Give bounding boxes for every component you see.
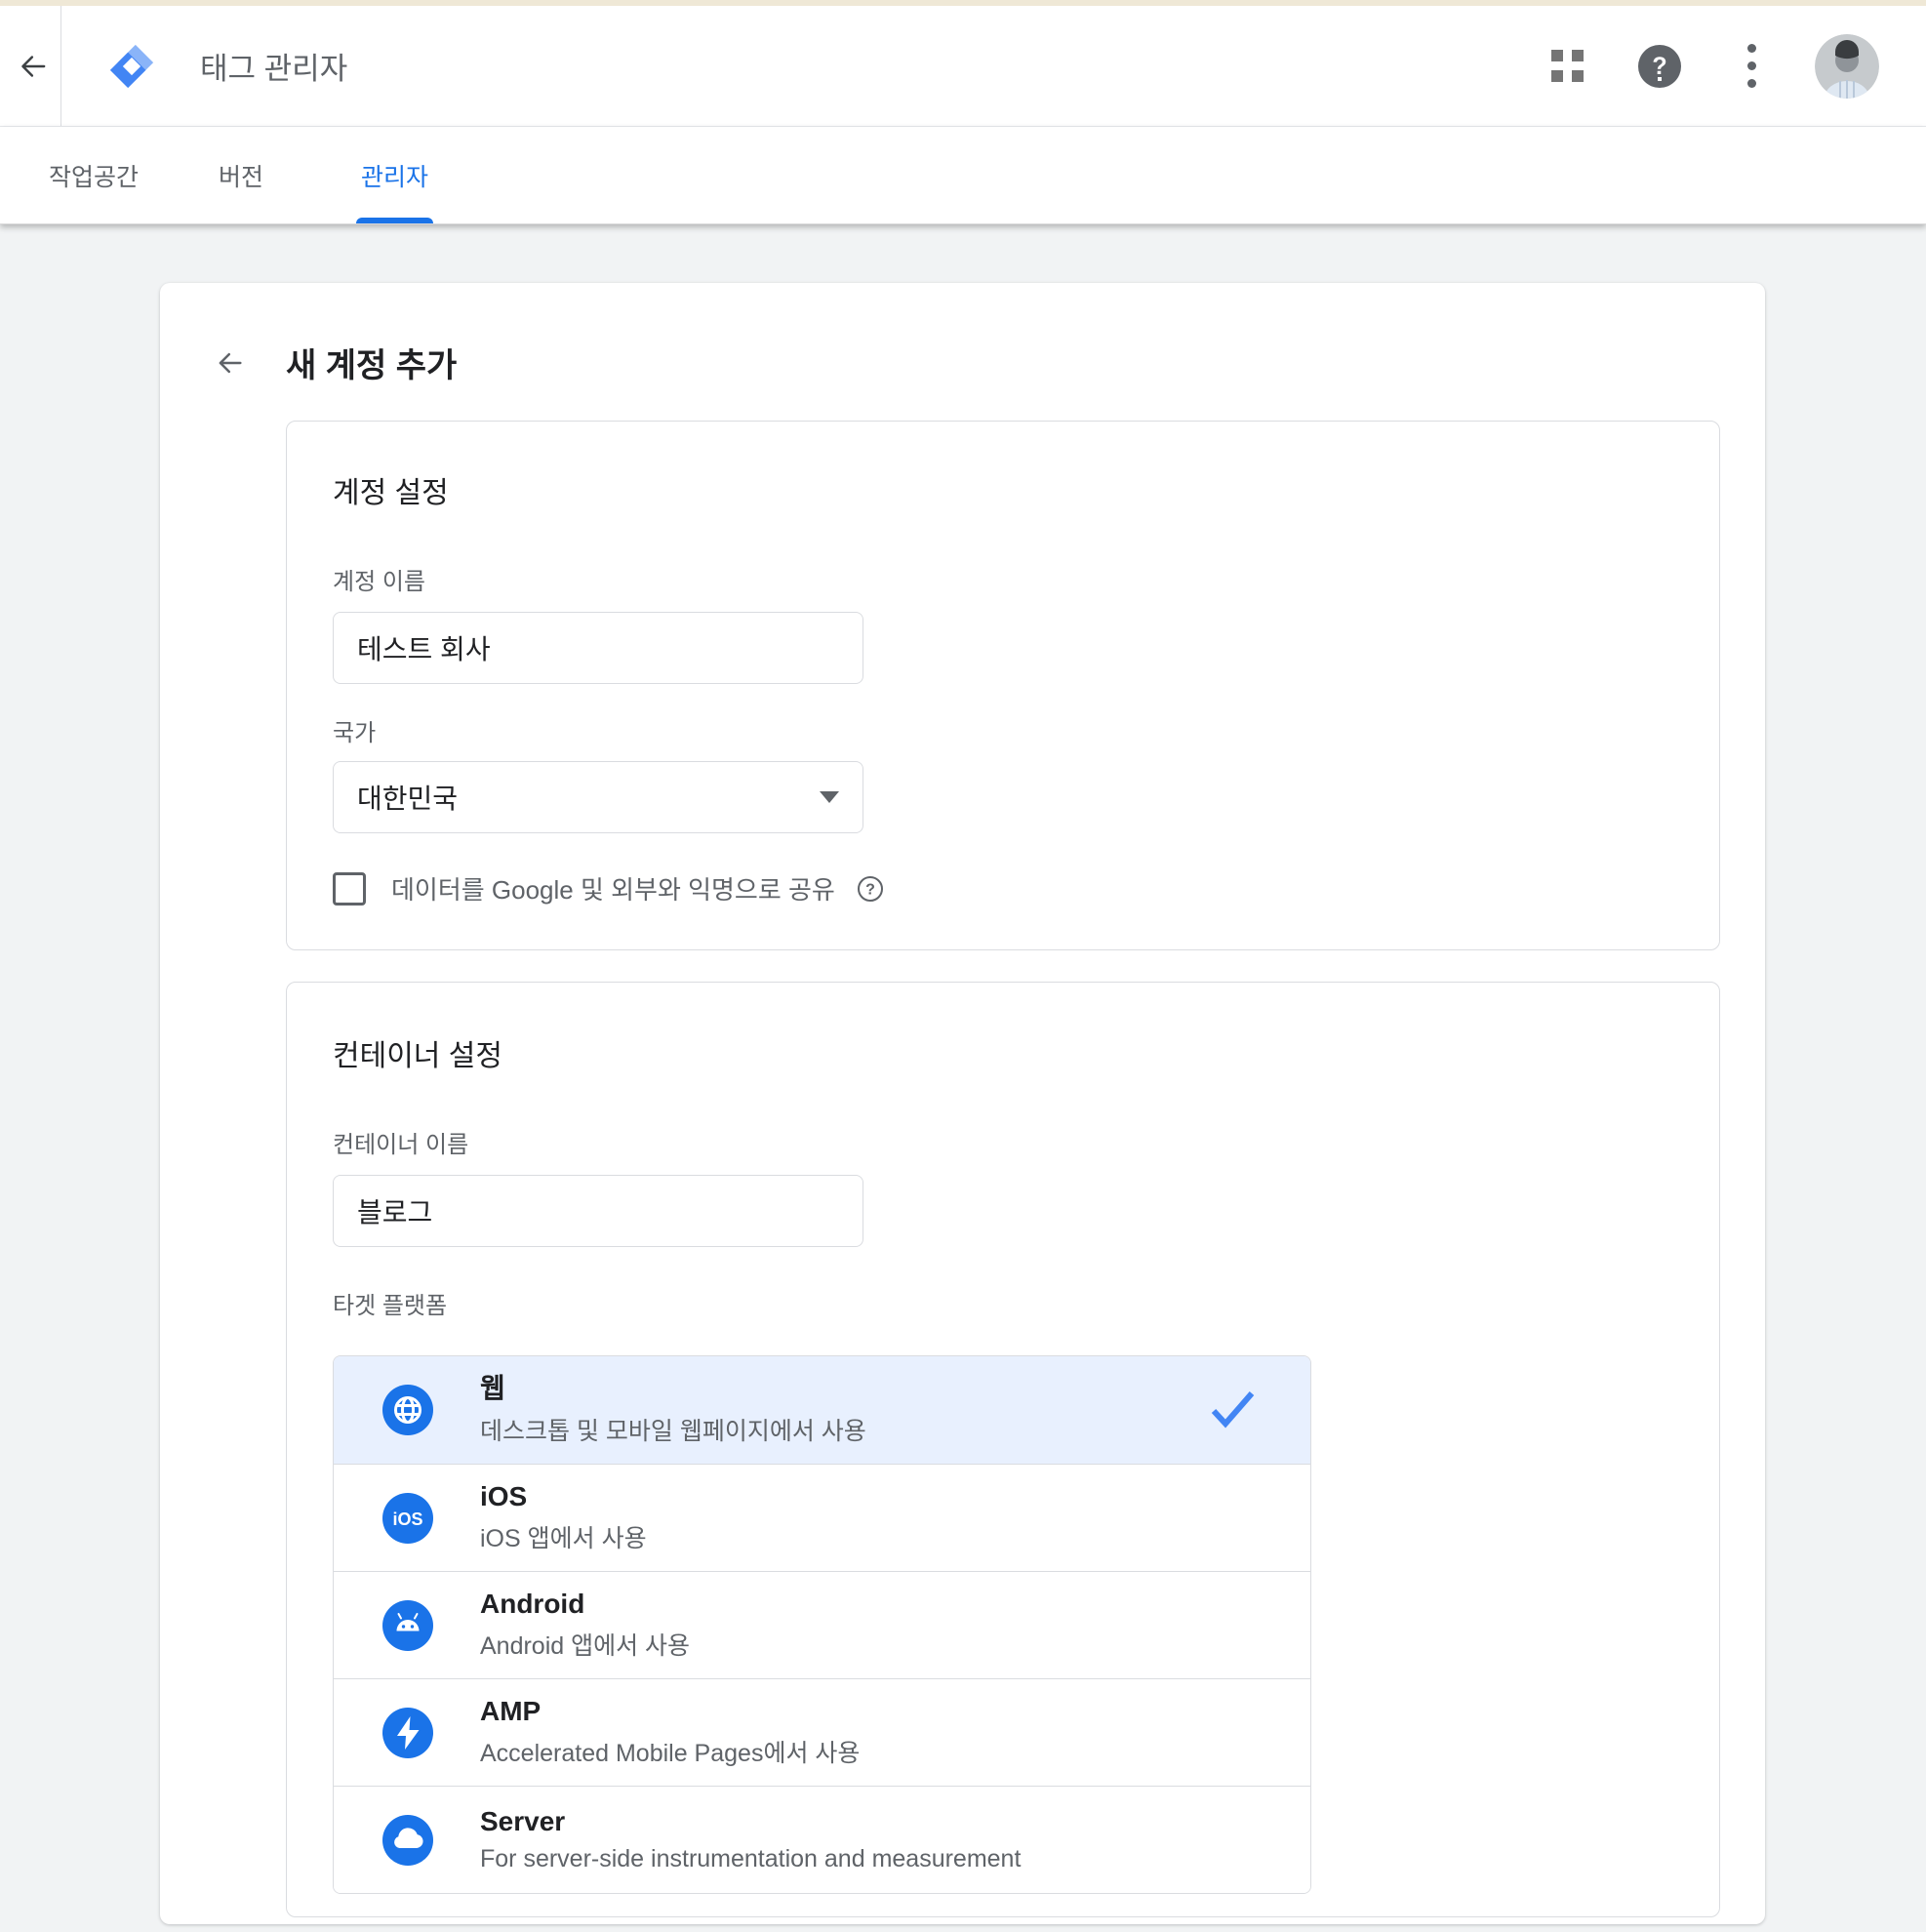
- platform-description: 데스크톱 및 모바일 웹페이지에서 사용: [480, 1412, 866, 1447]
- add-account-card: 새 계정 추가 계정 설정 계정 이름 국가 대한민국 데이터를 Google …: [160, 283, 1765, 1924]
- platform-description: Accelerated Mobile Pages에서 사용: [480, 1734, 860, 1769]
- platform-option-web[interactable]: 웹 데스크톱 및 모바일 웹페이지에서 사용: [334, 1356, 1310, 1464]
- grid-square: [1572, 50, 1584, 61]
- appbar-actions: ?: [1551, 34, 1879, 99]
- tab-workspace[interactable]: 작업공간: [49, 127, 139, 223]
- svg-text:iOS: iOS: [392, 1509, 422, 1529]
- tab-admin[interactable]: 관리자: [361, 127, 428, 223]
- card-back-button[interactable]: [212, 346, 245, 380]
- share-data-row: 데이터를 Google 및 외부와 익명으로 공유 ?: [333, 870, 1719, 906]
- avatar[interactable]: [1815, 34, 1879, 99]
- app-header: 태그 관리자 ?: [0, 6, 1926, 127]
- server-cloud-icon: [382, 1815, 433, 1866]
- dot: [1747, 61, 1756, 70]
- country-select[interactable]: 대한민국: [333, 761, 863, 833]
- account-name-label: 계정 이름: [333, 562, 1719, 596]
- share-data-checkbox[interactable]: [333, 872, 366, 906]
- platform-option-ios[interactable]: iOS iOS iOS 앱에서 사용: [334, 1464, 1310, 1571]
- globe-icon: [382, 1385, 433, 1435]
- platform-option-android[interactable]: Android Android 앱에서 사용: [334, 1571, 1310, 1678]
- platform-title: iOS: [480, 1481, 647, 1512]
- card-header: 새 계정 추가: [160, 283, 1765, 386]
- target-platform-list: 웹 데스크톱 및 모바일 웹페이지에서 사용 iOS: [333, 1355, 1311, 1894]
- platform-description: iOS 앱에서 사용: [480, 1519, 647, 1554]
- platform-description: For server-side instrumentation and meas…: [480, 1845, 1021, 1873]
- page-title: 새 계정 추가: [286, 339, 457, 386]
- grid-square: [1551, 70, 1563, 82]
- appbar-branding: 태그 관리자: [107, 42, 347, 91]
- share-help-icon[interactable]: ?: [857, 875, 884, 903]
- country-selected-value: 대한민국: [357, 778, 458, 817]
- container-name-label: 컨테이너 이름: [333, 1125, 1719, 1159]
- help-icon[interactable]: ?: [1638, 45, 1681, 88]
- dot: [1747, 44, 1756, 53]
- tab-label: 버전: [219, 158, 263, 193]
- platform-description: Android 앱에서 사용: [480, 1627, 690, 1662]
- share-data-label: 데이터를 Google 및 외부와 익명으로 공유: [391, 870, 835, 906]
- container-name-input[interactable]: [333, 1175, 863, 1247]
- ios-icon: iOS: [382, 1493, 433, 1544]
- account-name-input[interactable]: [333, 612, 863, 684]
- container-settings-panel: 컨테이너 설정 컨테이너 이름 타겟 플랫폼: [286, 982, 1720, 1917]
- target-platform-label: 타겟 플랫폼: [333, 1286, 1719, 1320]
- platform-title: AMP: [480, 1696, 860, 1727]
- back-button[interactable]: [0, 6, 61, 126]
- android-icon: [382, 1600, 433, 1651]
- tab-label: 작업공간: [49, 158, 139, 193]
- platform-title: Server: [480, 1806, 1021, 1837]
- back-arrow-icon: [212, 347, 243, 379]
- container-settings-heading: 컨테이너 설정: [333, 1031, 1719, 1074]
- dot: [1747, 79, 1756, 88]
- account-settings-panel: 계정 설정 계정 이름 국가 대한민국 데이터를 Google 및 외부와 익명…: [286, 421, 1720, 950]
- tab-label: 관리자: [361, 158, 428, 193]
- platform-option-amp[interactable]: AMP Accelerated Mobile Pages에서 사용: [334, 1678, 1310, 1786]
- tab-versions[interactable]: 버전: [219, 127, 263, 223]
- apps-grid-icon[interactable]: [1551, 50, 1584, 82]
- grid-square: [1551, 50, 1563, 61]
- account-settings-heading: 계정 설정: [333, 468, 1719, 511]
- country-label: 국가: [333, 713, 1719, 747]
- grid-square: [1572, 70, 1584, 82]
- svg-text:?: ?: [1652, 53, 1666, 80]
- overflow-menu-icon[interactable]: [1744, 40, 1760, 92]
- platform-option-server[interactable]: Server For server-side instrumentation a…: [334, 1786, 1310, 1893]
- platform-title: 웹: [480, 1373, 866, 1404]
- gtm-logo-icon: [107, 42, 156, 91]
- back-arrow-icon: [14, 50, 47, 83]
- amp-icon: [382, 1708, 433, 1758]
- app-title: 태그 관리자: [200, 44, 347, 88]
- svg-text:?: ?: [865, 881, 875, 898]
- platform-title: Android: [480, 1589, 690, 1620]
- page-content: 새 계정 추가 계정 설정 계정 이름 국가 대한민국 데이터를 Google …: [0, 224, 1926, 1932]
- avatar-image: [1815, 34, 1879, 99]
- caret-down-icon: [820, 791, 839, 803]
- main-tabbar: 작업공간 버전 관리자: [0, 127, 1926, 224]
- check-icon: [1209, 1390, 1256, 1429]
- question-circle-icon: ?: [857, 875, 884, 903]
